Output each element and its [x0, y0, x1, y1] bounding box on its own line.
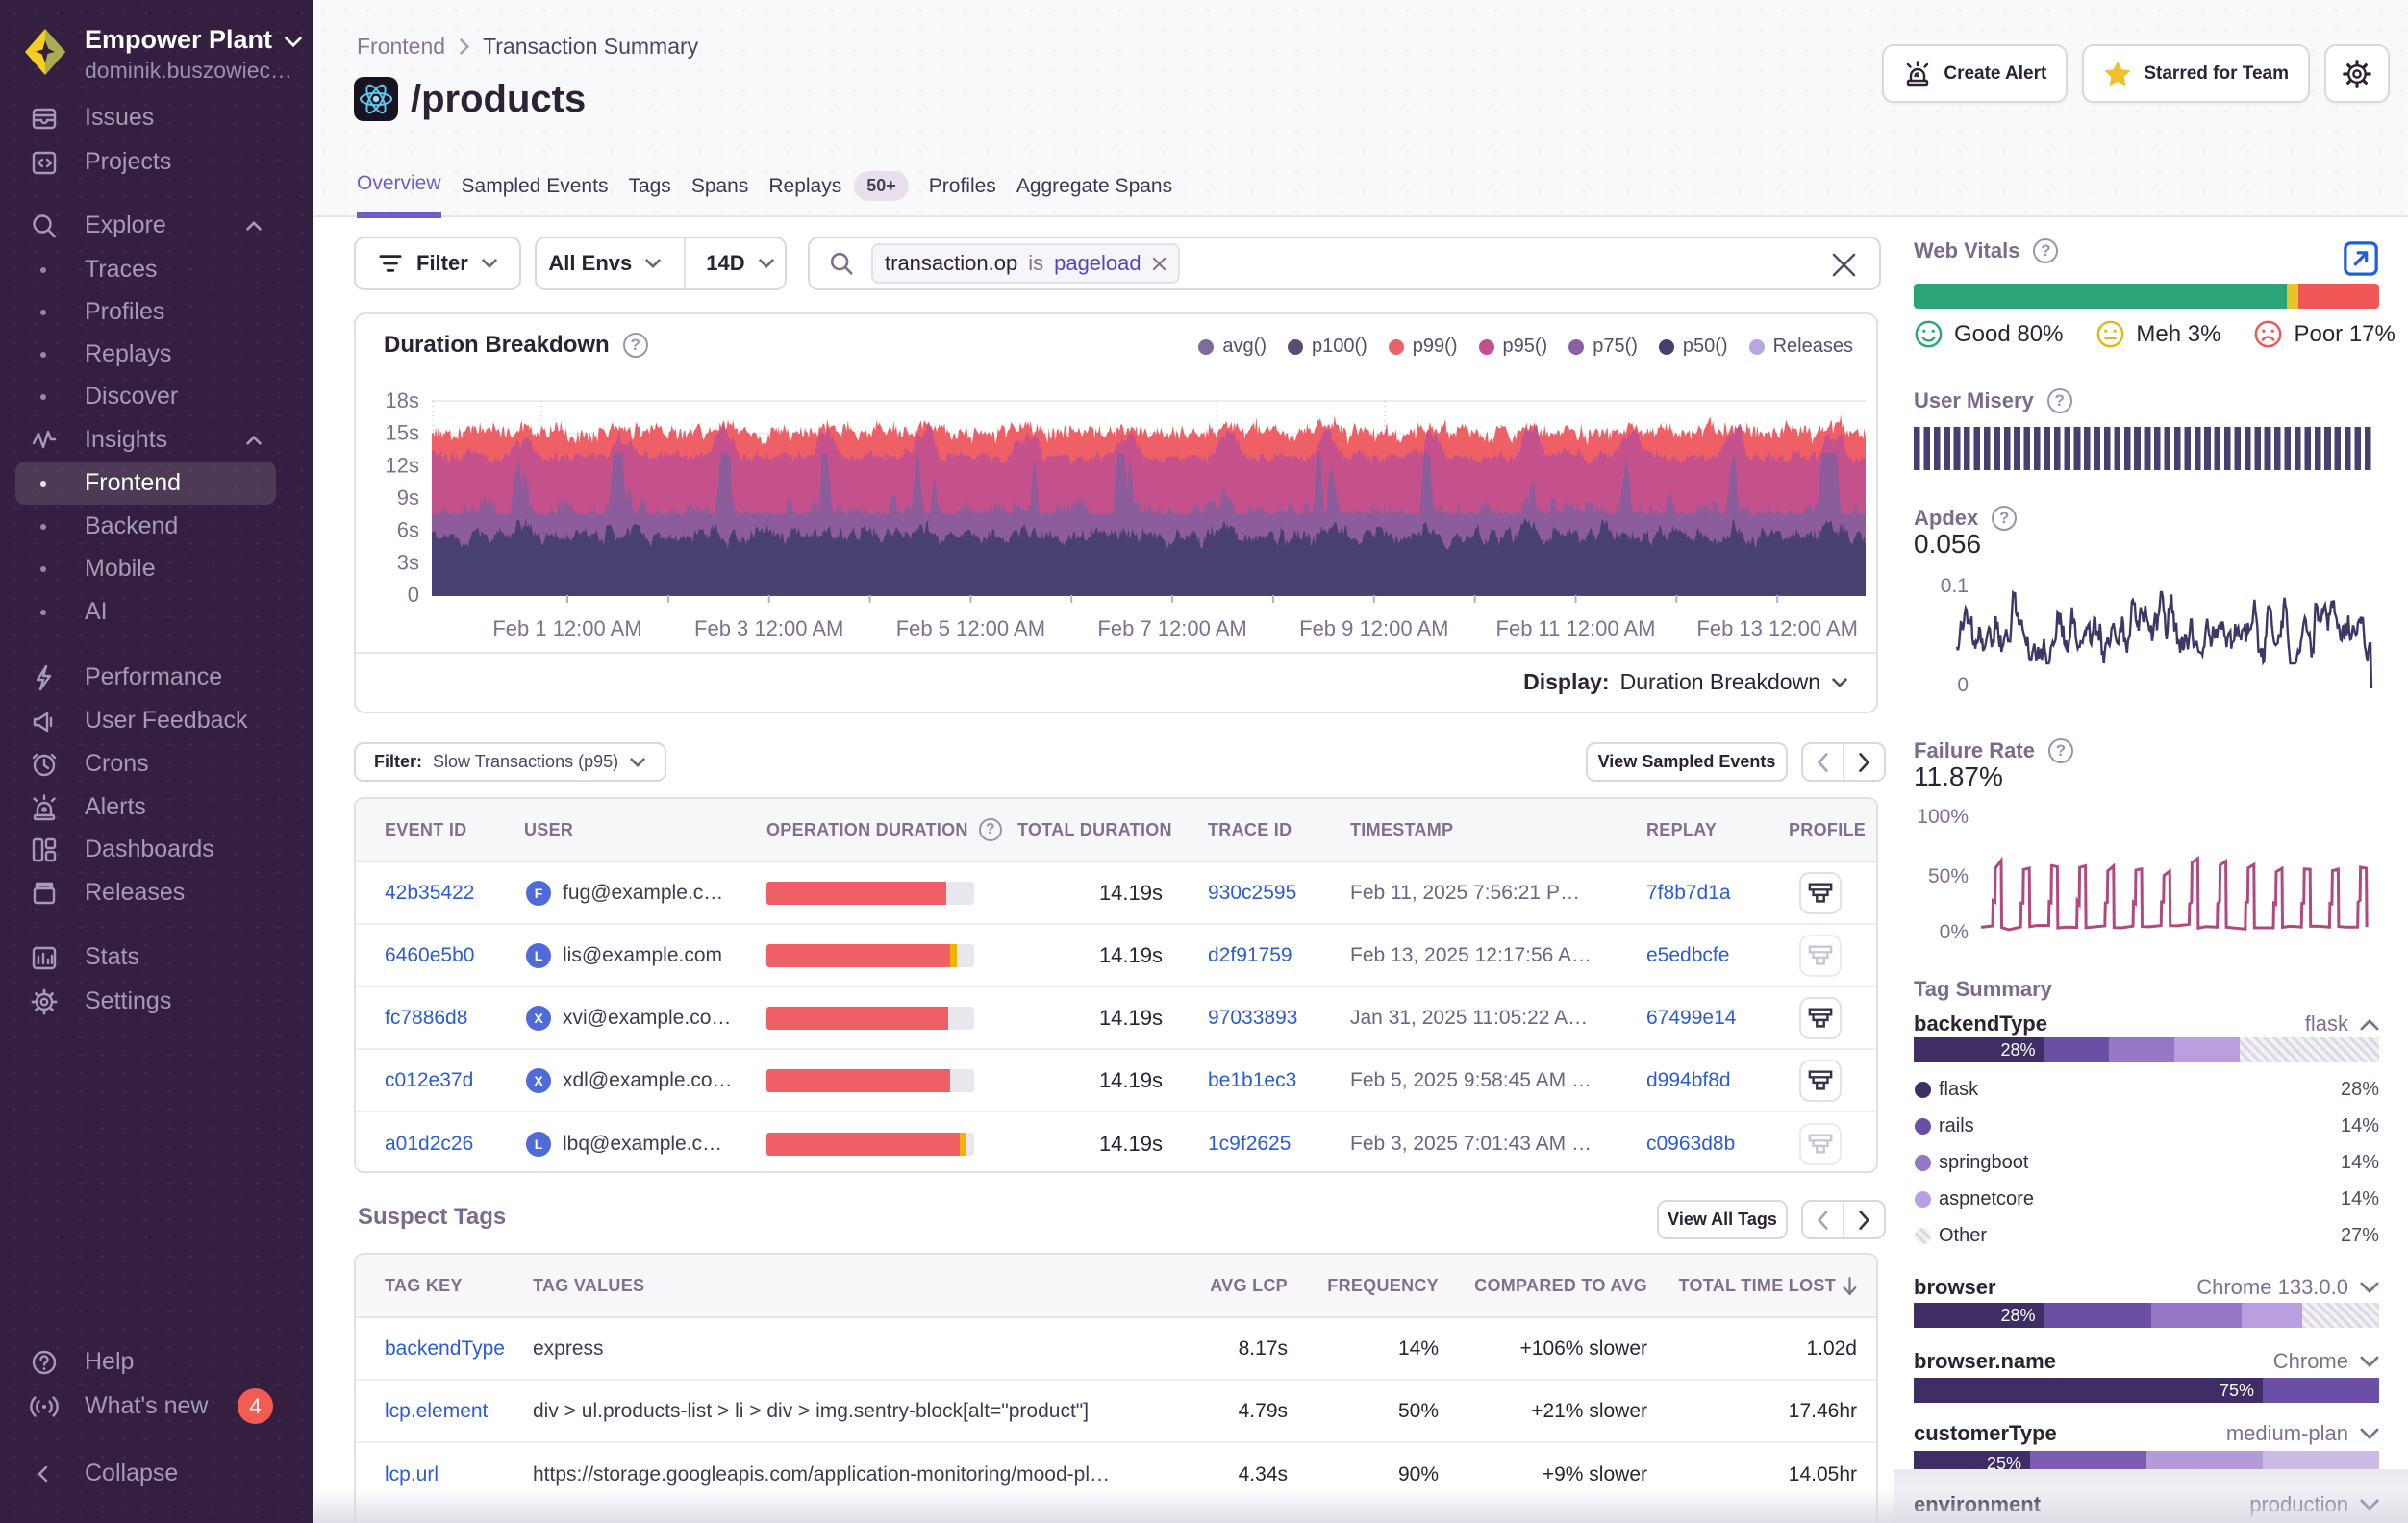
svg-text:3s: 3s [397, 550, 419, 574]
svg-text:9s: 9s [397, 486, 419, 510]
svg-text:Feb 9 12:00 AM: Feb 9 12:00 AM [1299, 616, 1448, 640]
svg-text:15s: 15s [386, 421, 419, 445]
svg-text:Feb 3 12:00 AM: Feb 3 12:00 AM [694, 616, 843, 640]
svg-text:0: 0 [408, 583, 419, 607]
svg-text:Feb 7 12:00 AM: Feb 7 12:00 AM [1097, 616, 1246, 640]
svg-text:12s: 12s [386, 453, 419, 477]
svg-text:Feb 5 12:00 AM: Feb 5 12:00 AM [896, 616, 1045, 640]
svg-text:6s: 6s [397, 518, 419, 542]
svg-text:Feb 13 12:00 AM: Feb 13 12:00 AM [1696, 616, 1858, 640]
svg-text:Feb 1 12:00 AM: Feb 1 12:00 AM [492, 616, 641, 640]
svg-text:18s: 18s [386, 388, 419, 412]
svg-text:Feb 11 12:00 AM: Feb 11 12:00 AM [1496, 616, 1656, 640]
